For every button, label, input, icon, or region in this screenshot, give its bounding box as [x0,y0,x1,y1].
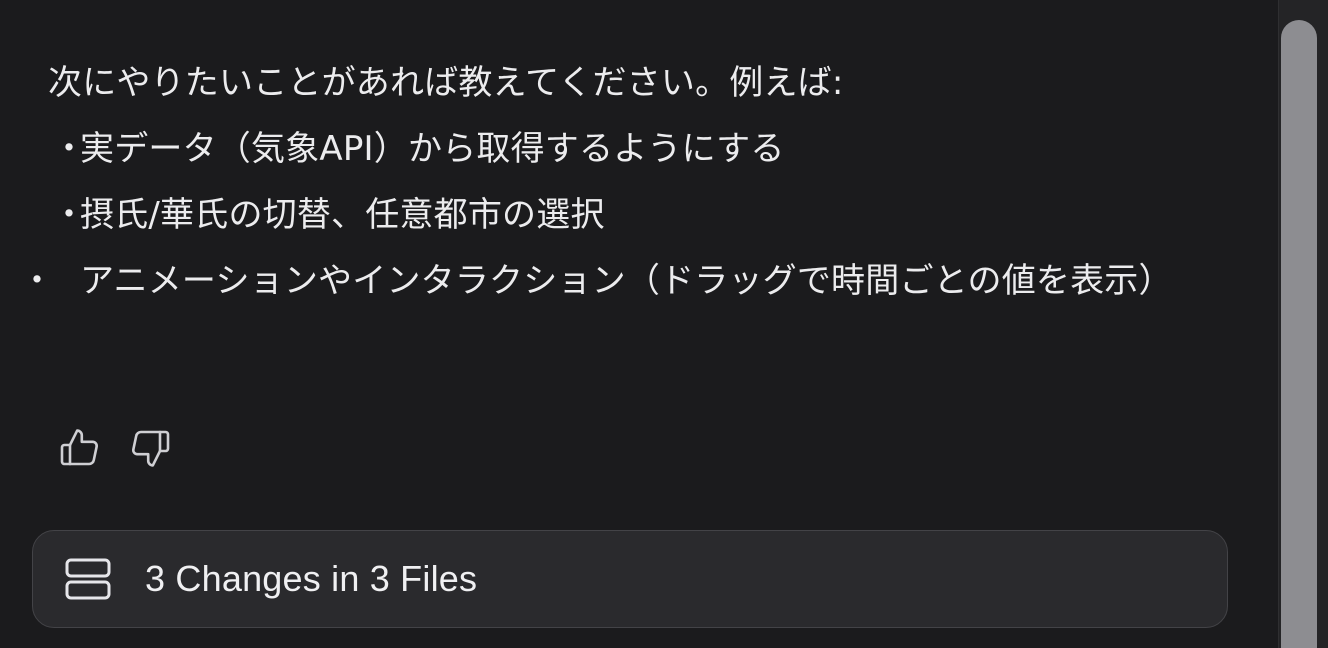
message-intro: 次にやりたいことがあれば教えてください。例えば: [48,63,844,103]
bullet: ・ [20,261,55,301]
changes-summary-label: 3 Changes in 3 Files [145,558,478,599]
list-item: ・アニメーションやインタラクション（ドラッグで時間ごとの値を表示） [20,248,1238,314]
changes-summary-button[interactable]: 3 Changes in 3 Files [32,530,1228,628]
bullet: ・ [52,195,87,235]
thumbs-down-button[interactable] [122,420,178,476]
thumbs-up-button[interactable] [52,420,108,476]
thumbs-down-icon [132,430,170,467]
list-item: ・ 摂氏/華氏の切替、任意都市の選択 [48,182,1238,248]
suggestion-text: 実データ（気象API）から取得するようにする [80,129,785,169]
suggestion-text: アニメーションやインタラクション（ドラッグで時間ごとの値を表示） [80,261,1173,301]
list-item: ・ 実データ（気象API）から取得するようにする [48,116,1238,182]
suggestion-list: ・ 実データ（気象API）から取得するようにする ・ 摂氏/華氏の切替、任意都市… [20,116,1238,314]
bullet: ・ [52,129,87,169]
scrollbar-thumb[interactable] [1281,20,1317,648]
feedback-buttons [52,420,178,476]
chat-pane: 次にやりたいことがあれば教えてください。例えば: ・ 実データ（気象API）から… [0,0,1278,648]
thumbs-up-icon [60,429,98,466]
file-stack-icon [63,557,113,601]
assistant-message: 次にやりたいことがあれば教えてください。例えば: ・ 実データ（気象API）から… [20,50,1238,314]
suggestion-text: 摂氏/華氏の切替、任意都市の選択 [80,195,605,235]
